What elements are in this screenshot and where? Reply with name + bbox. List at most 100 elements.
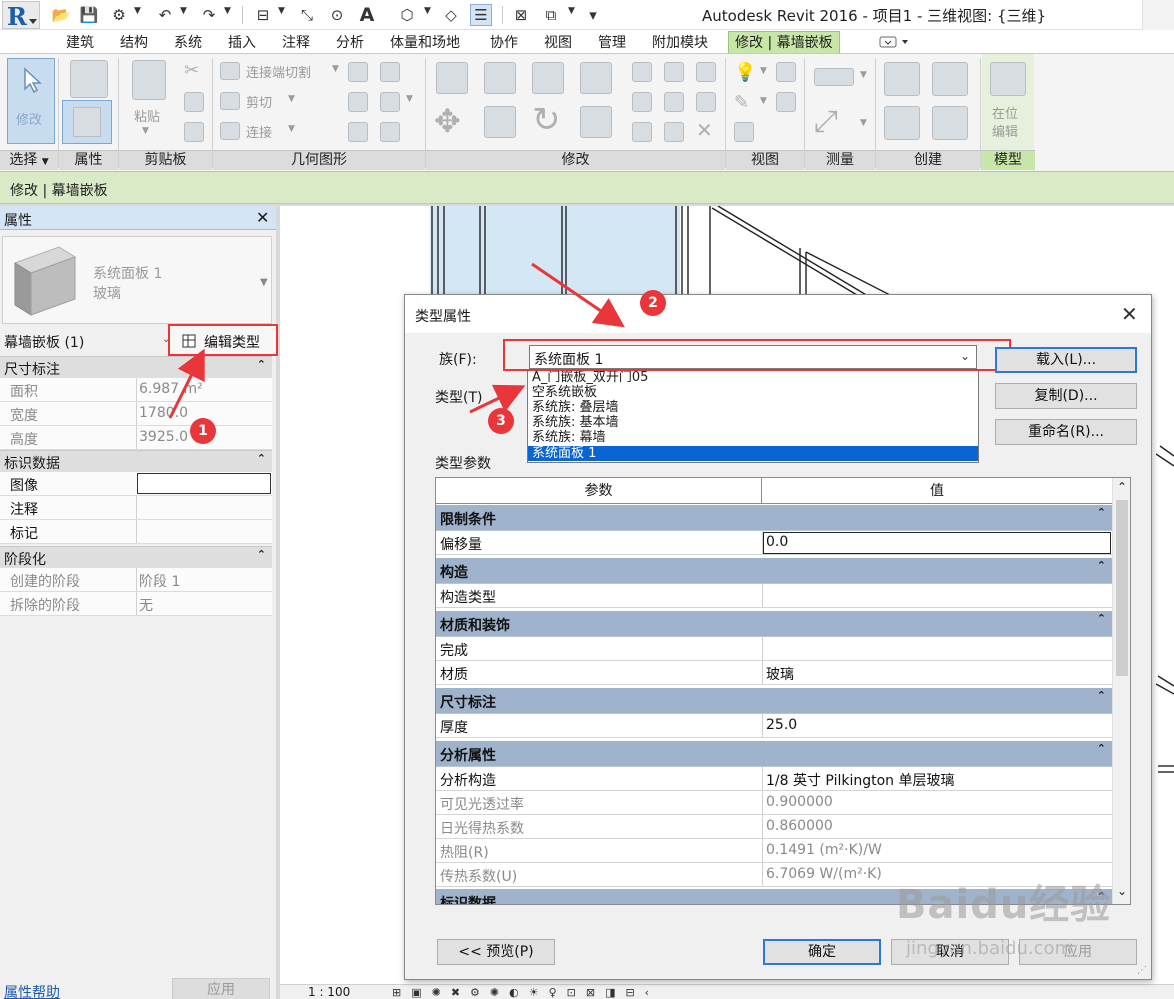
family-option[interactable]: A_门嵌板_双开门05 bbox=[528, 370, 978, 385]
view-linework-icon[interactable] bbox=[776, 92, 796, 112]
cope-dropdown-icon[interactable]: ▼ bbox=[332, 64, 339, 74]
delete-icon[interactable]: ✕ bbox=[696, 118, 713, 142]
cut-dropdown-icon[interactable]: ▼ bbox=[288, 94, 295, 104]
split-element-icon[interactable] bbox=[632, 62, 652, 82]
create-similar-icon[interactable] bbox=[932, 106, 968, 140]
rotate-icon[interactable]: ↻ bbox=[532, 100, 561, 140]
ok-button[interactable]: 确定 bbox=[763, 939, 881, 965]
hide-dropdown-icon[interactable]: ▼ bbox=[760, 66, 767, 76]
customize-toolbar-icon[interactable]: ▾ bbox=[582, 4, 604, 26]
grid-scrollbar[interactable]: ⌃ ⌄ bbox=[1112, 478, 1130, 904]
join-geometry-icon[interactable] bbox=[220, 122, 240, 140]
cut-icon[interactable]: ✂ bbox=[184, 60, 199, 81]
close-icon[interactable]: ✕ bbox=[1121, 302, 1138, 326]
demolish-dropdown-icon[interactable]: ▼ bbox=[406, 94, 413, 104]
tab-insert[interactable]: 插入 bbox=[222, 32, 262, 54]
property-row[interactable]: 注释 bbox=[0, 496, 272, 520]
undo-dropdown-icon[interactable]: ▼ bbox=[180, 6, 187, 16]
tab-analyze[interactable]: 分析 bbox=[330, 32, 370, 54]
apply-button[interactable]: 应用 bbox=[172, 978, 270, 999]
redo-icon[interactable]: ↷ bbox=[198, 4, 220, 26]
text-icon[interactable]: A bbox=[356, 4, 378, 26]
window-control-button[interactable] bbox=[1142, 0, 1174, 30]
group-identity-data[interactable]: 标识数据 ⌃ bbox=[0, 450, 272, 472]
inplace-edit-label[interactable]: 在位 编辑 bbox=[992, 106, 1028, 142]
linework-dropdown-icon[interactable]: ▼ bbox=[760, 96, 767, 106]
switch-windows-icon[interactable]: ⧉ bbox=[540, 4, 562, 26]
param-row[interactable]: 构造类型 bbox=[436, 584, 1112, 608]
family-option[interactable]: 系统族: 幕墙 bbox=[528, 430, 978, 445]
family-dropdown-list[interactable]: A_门嵌板_双开门05 空系统嵌板 系统族: 叠层墙 系统族: 基本墙 系统族:… bbox=[527, 369, 979, 463]
match-type-icon[interactable] bbox=[184, 122, 204, 142]
tab-addins[interactable]: 附加模块 bbox=[646, 32, 714, 54]
tab-architecture[interactable]: 建筑 bbox=[60, 32, 100, 54]
mirror-axis-icon[interactable] bbox=[532, 62, 564, 94]
align-icon[interactable] bbox=[436, 62, 468, 94]
value-column-header[interactable]: 值 bbox=[762, 478, 1112, 504]
cope-icon[interactable] bbox=[220, 62, 240, 80]
select-panel-label[interactable]: 选择 ▼ bbox=[0, 150, 58, 170]
tag-icon[interactable]: ⊙ bbox=[326, 4, 348, 26]
group-dimensions[interactable]: 尺寸标注 ⌃ bbox=[0, 356, 272, 378]
wall-joins-icon[interactable] bbox=[348, 92, 368, 112]
measure-dropdown-icon[interactable]: ▼ bbox=[860, 70, 867, 80]
family-option[interactable]: 空系统嵌板 bbox=[528, 385, 978, 400]
scale-icon[interactable] bbox=[664, 92, 684, 112]
create-parts-icon[interactable] bbox=[932, 62, 968, 96]
pin-icon[interactable] bbox=[696, 92, 716, 112]
redo-dropdown-icon[interactable]: ▼ bbox=[224, 6, 231, 16]
demolish-icon[interactable] bbox=[380, 92, 400, 112]
paste-icon[interactable] bbox=[132, 60, 166, 100]
override-graphics-icon[interactable] bbox=[776, 62, 796, 82]
paint-icon[interactable] bbox=[380, 62, 400, 82]
thin-lines-icon[interactable]: ☰ bbox=[470, 4, 492, 26]
param-row[interactable]: 材质 玻璃 bbox=[436, 661, 1112, 685]
close-icon[interactable]: ✕ bbox=[256, 208, 269, 227]
type-properties-icon[interactable] bbox=[70, 60, 108, 98]
tab-massing-site[interactable]: 体量和场地 bbox=[384, 32, 466, 54]
measure-icon[interactable]: ⊟ bbox=[252, 4, 274, 26]
sync-dropdown-icon[interactable]: ▼ bbox=[134, 6, 141, 16]
scrollbar-thumb[interactable] bbox=[1116, 500, 1128, 676]
visibility-icon[interactable] bbox=[734, 122, 754, 142]
array-icon[interactable] bbox=[632, 92, 652, 112]
chevron-down-icon[interactable]: ▼ bbox=[260, 277, 268, 288]
parameter-column-header[interactable]: 参数 bbox=[436, 478, 762, 504]
group-dimensions[interactable]: 尺寸标注 ⌃ bbox=[436, 688, 1112, 714]
trim-icon[interactable] bbox=[580, 106, 612, 138]
param-row[interactable]: 分析构造 1/8 英寸 Pilkington 单层玻璃 bbox=[436, 767, 1112, 791]
section-icon[interactable]: ◇ bbox=[440, 4, 462, 26]
scroll-up-icon[interactable]: ⌃ bbox=[1117, 480, 1127, 494]
modify-button[interactable]: 修改 bbox=[7, 58, 55, 144]
copy-element-icon[interactable] bbox=[484, 106, 516, 138]
family-option-selected[interactable]: 系统面板 1 bbox=[528, 446, 978, 461]
create-assembly-icon[interactable] bbox=[884, 62, 920, 96]
group-phasing[interactable]: 阶段化 ⌃ bbox=[0, 546, 272, 568]
preview-button[interactable]: << 预览(P) bbox=[437, 939, 555, 965]
offset-icon[interactable] bbox=[484, 62, 516, 94]
save-icon[interactable]: 💾 bbox=[78, 4, 100, 26]
duplicate-button[interactable]: 复制(D)... bbox=[995, 383, 1137, 409]
properties-toggle-button[interactable] bbox=[62, 100, 112, 144]
split-face-icon[interactable] bbox=[348, 62, 368, 82]
type-selector[interactable]: 系统面板 1 玻璃 ▼ bbox=[2, 236, 272, 324]
tab-systems[interactable]: 系统 bbox=[168, 32, 208, 54]
sync-icon[interactable]: ⚙ bbox=[108, 4, 130, 26]
tab-modify-curtain-panel[interactable]: 修改 | 幕墙嵌板 bbox=[728, 31, 840, 53]
view-scale[interactable]: 1 : 100 bbox=[308, 985, 350, 999]
group-analytical[interactable]: 分析属性 ⌃ bbox=[436, 741, 1112, 767]
ribbon-minimize-button[interactable] bbox=[878, 34, 912, 50]
measure-dropdown-icon[interactable]: ▼ bbox=[278, 6, 285, 16]
join-dropdown-icon[interactable]: ▼ bbox=[288, 124, 295, 134]
load-button[interactable]: 载入(L)... bbox=[995, 347, 1137, 373]
cut-geometry-icon[interactable] bbox=[220, 92, 240, 110]
mirror-line-icon[interactable] bbox=[580, 62, 612, 94]
offset-input[interactable] bbox=[763, 532, 1111, 554]
trim-single-icon[interactable] bbox=[632, 122, 652, 142]
family-option[interactable]: 系统族: 基本墙 bbox=[528, 415, 978, 430]
split-gap-icon[interactable] bbox=[664, 62, 684, 82]
paste-dropdown-icon[interactable]: ▼ bbox=[142, 126, 149, 136]
tab-collaborate[interactable]: 协作 bbox=[484, 32, 524, 54]
group-constraints[interactable]: 限制条件 ⌃ bbox=[436, 505, 1112, 531]
join-geometry-label[interactable]: 连接 bbox=[246, 122, 272, 141]
